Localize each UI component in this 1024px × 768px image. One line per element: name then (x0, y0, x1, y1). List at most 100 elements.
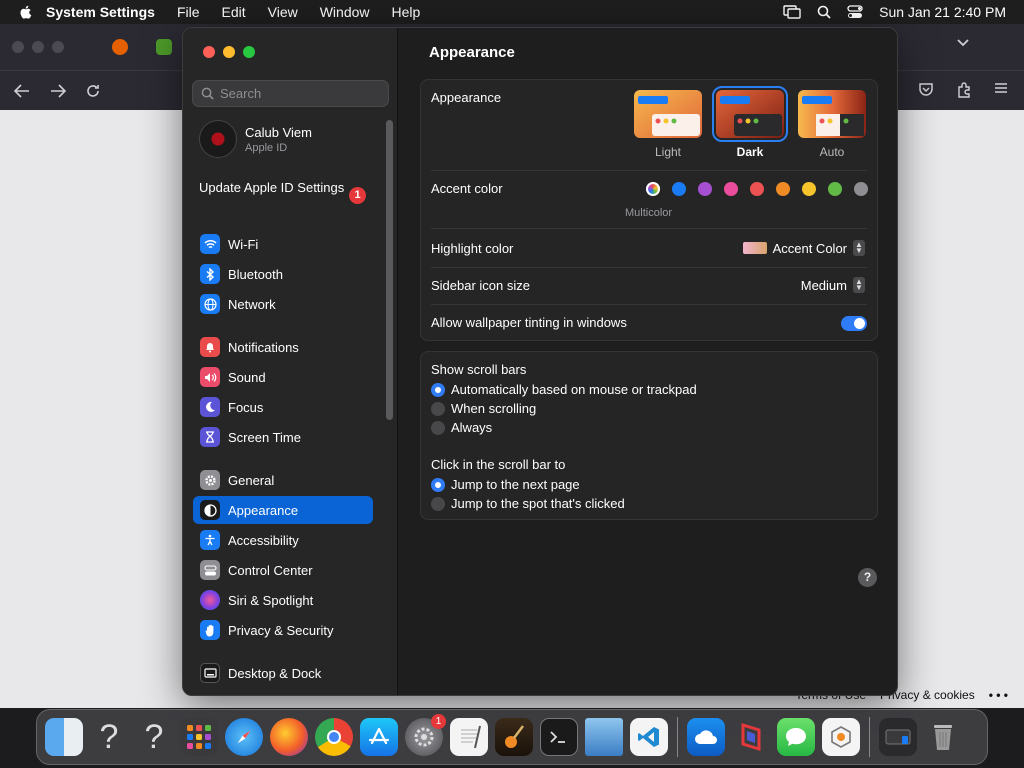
radio-scroll-always[interactable]: Always (431, 420, 492, 435)
dock-trash-icon[interactable] (924, 718, 962, 756)
menu-help[interactable]: Help (392, 4, 421, 20)
dock-chrome-icon[interactable] (315, 718, 353, 756)
moon-icon (200, 397, 220, 417)
hamburger-menu-icon[interactable] (994, 82, 1008, 94)
dock-git-icon[interactable] (822, 718, 860, 756)
extensions-icon[interactable] (956, 82, 972, 98)
sidebar-item-siri-spotlight[interactable]: Siri & Spotlight (193, 586, 373, 614)
menu-window[interactable]: Window (320, 4, 370, 20)
accent-orange-swatch[interactable] (776, 182, 790, 196)
dock-unknown-icon[interactable]: ? (135, 718, 173, 756)
menu-file[interactable]: File (177, 4, 200, 20)
accessibility-icon (200, 530, 220, 550)
dock-finder-icon[interactable] (45, 718, 83, 756)
dock-system-settings-icon[interactable]: 1 (405, 714, 446, 756)
menu-app-name[interactable]: System Settings (46, 4, 155, 20)
apple-logo-icon[interactable] (18, 4, 34, 20)
dark-mode-thumbnail[interactable] (712, 86, 788, 142)
radio-scroll-when-scrolling[interactable]: When scrolling (431, 401, 536, 416)
back-arrow-icon[interactable] (14, 83, 30, 98)
dock-preview-icon[interactable] (585, 718, 623, 756)
dock-app-store-icon[interactable] (360, 718, 398, 756)
update-apple-id-item[interactable]: Update Apple ID Settings (199, 180, 369, 196)
menu-clock[interactable]: Sun Jan 21 2:40 PM (879, 4, 1006, 20)
dock-terminal-icon[interactable] (540, 718, 578, 756)
radio-button[interactable] (431, 382, 445, 397)
minecraft-tab-icon[interactable] (156, 39, 172, 55)
radio-button[interactable] (431, 496, 445, 511)
firefox-tab-icon[interactable] (112, 39, 128, 55)
profile-name: Calub Viem (245, 124, 312, 140)
sidebar-item-focus[interactable]: Focus (193, 393, 373, 421)
close-button[interactable] (203, 46, 215, 58)
radio-button[interactable] (431, 477, 445, 492)
control-center-icon[interactable] (847, 5, 863, 19)
sidebar-item-general[interactable]: General (193, 466, 373, 494)
radio-jump-to-spot[interactable]: Jump to the spot that's clicked (431, 496, 625, 511)
more-options-icon[interactable]: • • • (989, 688, 1008, 702)
menu-edit[interactable]: Edit (222, 4, 246, 20)
reload-icon[interactable] (86, 84, 100, 98)
dock-safari-icon[interactable] (225, 718, 263, 756)
chevron-down-icon[interactable] (956, 38, 970, 48)
help-button[interactable]: ? (858, 568, 877, 587)
highlight-color-select[interactable]: Accent Color ▲ ▼ (742, 240, 865, 256)
dock-weather-icon[interactable] (687, 718, 725, 756)
dock-launchpad-icon[interactable] (180, 718, 218, 756)
sidebar-icon-size-label: Sidebar icon size (431, 278, 530, 293)
radio-button[interactable] (431, 420, 445, 435)
sidebar-item-network[interactable]: Network (193, 290, 373, 318)
gear-icon (200, 470, 220, 490)
wallpaper-tinting-toggle[interactable] (841, 316, 867, 331)
sidebar-item-control-center[interactable]: Control Center (193, 556, 373, 584)
pocket-icon[interactable] (918, 82, 934, 96)
window-controls (203, 46, 255, 58)
radio-scroll-auto[interactable]: Automatically based on mouse or trackpad (431, 382, 697, 397)
zoom-button[interactable] (243, 46, 255, 58)
accent-pink-swatch[interactable] (724, 182, 738, 196)
sidebar-item-privacy-security[interactable]: Privacy & Security (193, 616, 373, 644)
dock-messages-icon[interactable] (777, 718, 815, 756)
screen-mirroring-icon[interactable] (783, 5, 801, 19)
dock-unknown-icon[interactable]: ? (90, 718, 128, 756)
sidebar-item-notifications[interactable]: Notifications (193, 333, 373, 361)
dock-textedit-icon[interactable] (450, 718, 488, 756)
sidebar-item-screen-time[interactable]: Screen Time (193, 423, 373, 451)
dock-firefox-icon[interactable] (270, 718, 308, 756)
sidebar-item-wifi[interactable]: Wi-Fi (193, 230, 373, 258)
sidebar-item-sound[interactable]: Sound (193, 363, 373, 391)
dock-downloads-stack-icon[interactable] (879, 718, 917, 756)
dock-outline-icon[interactable] (732, 718, 770, 756)
search-icon[interactable] (817, 5, 831, 19)
accent-blue-swatch[interactable] (672, 182, 686, 196)
auto-mode-thumbnail[interactable] (798, 90, 866, 138)
accent-multicolor-swatch[interactable] (646, 182, 660, 196)
search-field[interactable] (192, 80, 389, 107)
menu-view[interactable]: View (268, 4, 298, 20)
radio-jump-next-page[interactable]: Jump to the next page (431, 477, 580, 492)
apple-id-profile[interactable]: Calub Viem Apple ID (199, 120, 312, 158)
minimize-button[interactable] (223, 46, 235, 58)
search-input[interactable] (220, 86, 370, 101)
accent-purple-swatch[interactable] (698, 182, 712, 196)
browser-minimize-button[interactable] (32, 41, 44, 53)
sidebar-item-desktop-dock[interactable]: Desktop & Dock (193, 659, 373, 687)
browser-zoom-button[interactable] (52, 41, 64, 53)
browser-close-button[interactable] (12, 41, 24, 53)
dock-garageband-icon[interactable] (495, 718, 533, 756)
sidebar-item-bluetooth[interactable]: Bluetooth (193, 260, 373, 288)
sidebar-icon-size-select[interactable]: Medium ▲ ▼ (801, 277, 865, 293)
light-mode-thumbnail[interactable] (634, 90, 702, 138)
radio-button[interactable] (431, 401, 445, 416)
accent-green-swatch[interactable] (828, 182, 842, 196)
forward-arrow-icon[interactable] (50, 83, 66, 98)
sidebar-item-appearance[interactable]: Appearance (193, 496, 373, 524)
sidebar-item-label: Wi-Fi (228, 236, 259, 252)
accent-graphite-swatch[interactable] (854, 182, 868, 196)
sidebar-scrollbar[interactable] (386, 120, 393, 420)
sidebar-item-accessibility[interactable]: Accessibility (193, 526, 373, 554)
dock-vscode-icon[interactable] (630, 718, 668, 756)
accent-red-swatch[interactable] (750, 182, 764, 196)
accent-yellow-swatch[interactable] (802, 182, 816, 196)
profile-subtitle: Apple ID (245, 141, 288, 154)
